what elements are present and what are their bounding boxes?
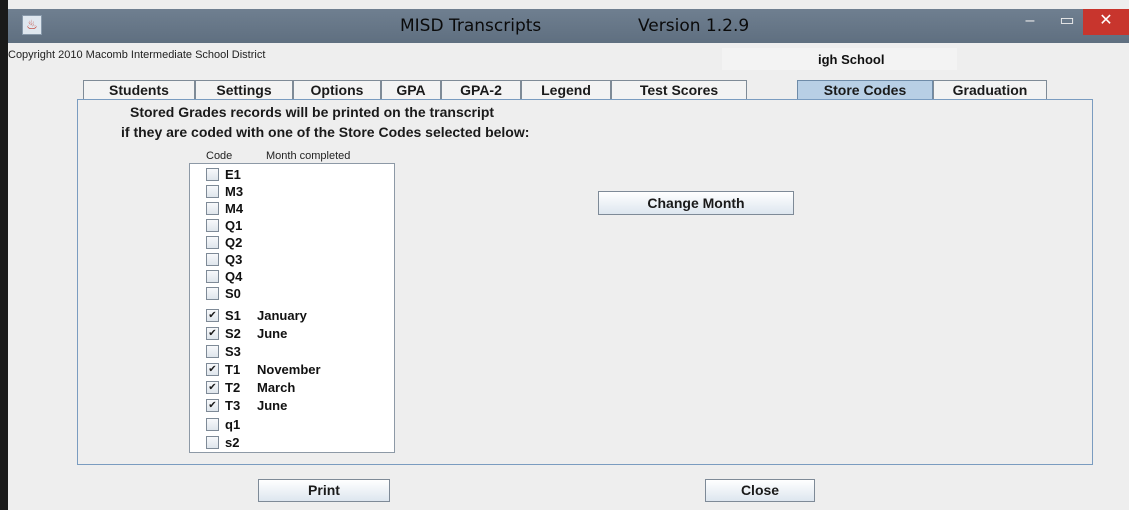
tab-gpa-2[interactable]: GPA-2	[441, 80, 521, 99]
checkbox[interactable]	[206, 287, 219, 300]
store-code: S2	[225, 326, 241, 341]
checkbox[interactable]	[206, 418, 219, 431]
checkbox[interactable]: ✔	[206, 363, 219, 376]
list-item[interactable]: S0	[190, 285, 390, 302]
list-item[interactable]: ✔ T1 November	[190, 361, 390, 378]
month-completed: March	[257, 380, 296, 395]
window-version: Version 1.2.9	[638, 16, 750, 36]
window-title: MISD Transcripts	[400, 16, 542, 36]
tab-store-codes[interactable]: Store Codes	[797, 80, 933, 99]
change-month-button[interactable]: Change Month	[598, 191, 794, 215]
store-code: Q4	[225, 269, 243, 284]
checkbox[interactable]: ✔	[206, 399, 219, 412]
store-code: S0	[225, 286, 241, 301]
month-column-header: Month completed	[266, 150, 351, 162]
store-code: S1	[225, 308, 241, 323]
month-completed: November	[257, 362, 321, 377]
list-item[interactable]: Q1	[190, 217, 390, 234]
list-item[interactable]: S3	[190, 343, 390, 360]
title-bar[interactable]: ♨ MISD Transcripts Version 1.2.9 – ▭ ✕	[8, 9, 1129, 43]
month-completed: January	[257, 308, 307, 323]
instruction-line-1: Stored Grades records will be printed on…	[130, 104, 495, 120]
list-item[interactable]: ✔ T3 June	[190, 397, 390, 414]
store-code: T3	[225, 398, 241, 413]
java-app-icon[interactable]: ♨	[22, 15, 42, 35]
store-code: M3	[225, 184, 244, 199]
store-code: S3	[225, 344, 241, 359]
list-item[interactable]: E1	[190, 166, 390, 183]
close-button[interactable]: Close	[705, 479, 815, 502]
checkbox[interactable]	[206, 236, 219, 249]
list-item[interactable]: Q2	[190, 234, 390, 251]
tab-legend[interactable]: Legend	[521, 80, 611, 99]
list-item[interactable]: M4	[190, 200, 390, 217]
list-item[interactable]: Q3	[190, 251, 390, 268]
checkbox[interactable]	[206, 270, 219, 283]
minimize-button[interactable]: –	[1008, 9, 1052, 35]
list-item[interactable]: ✔ S2 June	[190, 325, 390, 342]
list-item[interactable]: q1	[190, 416, 390, 433]
tab-gpa[interactable]: GPA	[381, 80, 441, 99]
store-code: Q2	[225, 235, 243, 250]
store-code: T2	[225, 380, 241, 395]
checkbox[interactable]	[206, 202, 219, 215]
copyright-label: Copyright 2010 Macomb Intermediate Schoo…	[8, 49, 266, 61]
checkbox[interactable]	[206, 345, 219, 358]
checkbox[interactable]	[206, 168, 219, 181]
print-button[interactable]: Print	[258, 479, 390, 502]
list-item[interactable]: M3	[190, 183, 390, 200]
checkbox[interactable]	[206, 436, 219, 449]
store-code: q1	[225, 417, 241, 432]
checkbox[interactable]	[206, 219, 219, 232]
checkbox[interactable]	[206, 253, 219, 266]
tab-test-scores[interactable]: Test Scores	[611, 80, 747, 99]
close-window-button[interactable]: ✕	[1083, 9, 1129, 35]
checkbox[interactable]: ✔	[206, 381, 219, 394]
checkbox[interactable]: ✔	[206, 327, 219, 340]
list-item[interactable]: Q4	[190, 268, 390, 285]
store-code: M4	[225, 201, 244, 216]
list-item[interactable]: ✔ S1 January	[190, 307, 390, 324]
checkbox[interactable]	[206, 185, 219, 198]
code-column-header: Code	[206, 150, 233, 162]
list-item[interactable]: ✔ T2 March	[190, 379, 390, 396]
store-code: Q1	[225, 218, 243, 233]
month-completed: June	[257, 398, 288, 413]
tab-settings[interactable]: Settings	[195, 80, 293, 99]
tab-students[interactable]: Students	[83, 80, 195, 99]
store-code: E1	[225, 167, 241, 182]
month-completed: June	[257, 326, 288, 341]
tab-graduation[interactable]: Graduation	[933, 80, 1047, 99]
checkbox[interactable]: ✔	[206, 309, 219, 322]
instruction-line-2: if they are coded with one of the Store …	[121, 124, 530, 140]
store-code: Q3	[225, 252, 243, 267]
app-window: ♨ MISD Transcripts Version 1.2.9 – ▭ ✕ C…	[0, 0, 1129, 510]
maximize-button[interactable]: ▭	[1052, 9, 1082, 35]
store-code-list[interactable]: E1 M3 M4 Q1 Q2 Q3 Q4 S0 ✔ S1 January ✔ S…	[189, 163, 395, 453]
school-name-label: igh School	[818, 52, 885, 67]
store-code: T1	[225, 362, 241, 377]
store-code: s2	[225, 435, 240, 450]
list-item[interactable]: s2	[190, 434, 390, 451]
tab-options[interactable]: Options	[293, 80, 381, 99]
